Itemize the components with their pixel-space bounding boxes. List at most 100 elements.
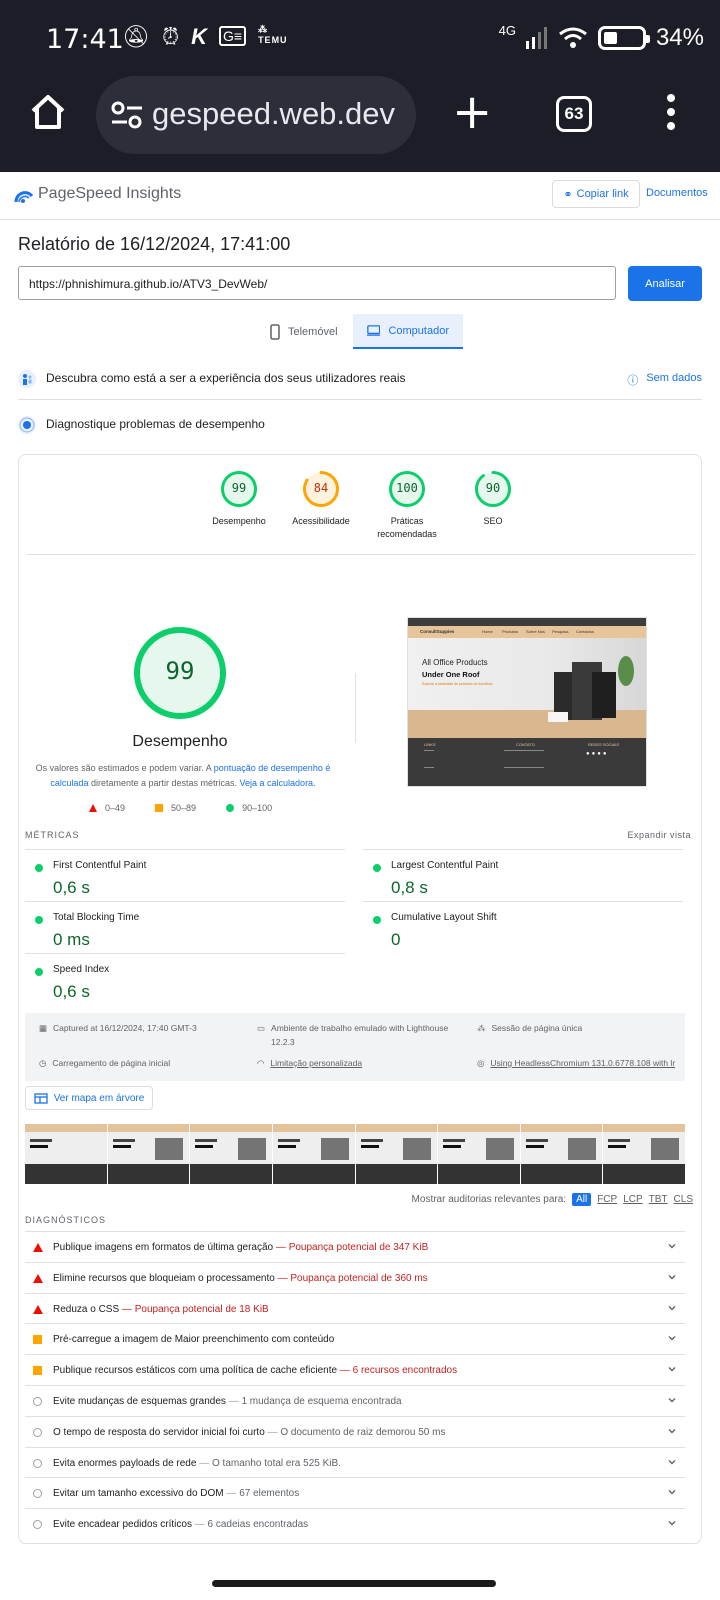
- tab-switcher-button[interactable]: 63: [556, 96, 592, 132]
- filter-all[interactable]: All: [572, 1193, 592, 1206]
- audit-detail: Poupança potencial de 347 KiB: [288, 1242, 429, 1253]
- calendar-icon: ▦: [39, 1023, 48, 1033]
- preview-tagline: Explore a variedade de produtos de escri…: [422, 682, 493, 686]
- audit-row[interactable]: Publique imagens em formatos de última g…: [25, 1231, 685, 1262]
- chevron-down-icon[interactable]: [667, 1518, 677, 1528]
- gauge-label: SEO: [483, 516, 503, 526]
- audit-row[interactable]: Publique recursos estáticos com uma polí…: [25, 1354, 685, 1385]
- audit-row[interactable]: Reduza o CSS — Poupança potencial de 18 …: [25, 1292, 685, 1324]
- new-tab-button[interactable]: +: [452, 88, 492, 136]
- address-bar[interactable]: gespeed.web.dev: [96, 76, 416, 154]
- audit-row[interactable]: Evita enormes payloads de rede — O taman…: [25, 1446, 685, 1478]
- status-right: 4G 34%: [498, 22, 704, 52]
- audit-title-text: Evite encadear pedidos críticos: [53, 1519, 192, 1531]
- legend-fail: 0–49: [105, 803, 126, 813]
- docs-link[interactable]: Documentos: [646, 187, 708, 199]
- url-input[interactable]: https://phnishimura.github.io/ATV3_DevWe…: [18, 266, 616, 300]
- wifi-small-icon: ◠: [257, 1058, 265, 1068]
- preview-brand: ConsultSuppies: [420, 629, 455, 634]
- lab-diagnostic-icon: [18, 416, 36, 434]
- tab-mobile[interactable]: Telemóvel: [256, 314, 352, 349]
- chevron-down-icon[interactable]: [667, 1303, 677, 1313]
- copy-link-button[interactable]: ⚭ Copiar link: [552, 180, 640, 208]
- audit-filter-label: Mostrar auditorias relevantes para:: [411, 1194, 567, 1205]
- gauge-best-practices[interactable]: 100 Práticas recomendadas: [367, 471, 447, 541]
- filmstrip-frame: [107, 1124, 190, 1184]
- home-icon[interactable]: [28, 92, 68, 132]
- audit-row[interactable]: Evite encadear pedidos críticos — 6 cade…: [25, 1508, 685, 1539]
- info-icon: ⓘ: [627, 375, 639, 387]
- audit-detail: 6 cadeias encontradas: [207, 1519, 309, 1531]
- filmstrip-frame: [190, 1124, 272, 1184]
- audit-title: Evitar um tamanho excessivo do DOM — 67 …: [53, 1488, 299, 1499]
- tab-mobile-label: Telemóvel: [288, 325, 338, 338]
- audit-separator: —: [196, 1457, 212, 1469]
- treemap-label: Ver mapa em árvore: [53, 1092, 145, 1104]
- pagespeed-logo-icon[interactable]: [14, 186, 34, 204]
- audit-detail: Poupança potencial de 18 KiB: [134, 1303, 269, 1315]
- gauge-accessibility[interactable]: 84 Acessibilidade: [281, 471, 361, 528]
- chevron-down-icon[interactable]: [667, 1457, 677, 1467]
- timer-icon: ◷: [39, 1058, 47, 1068]
- metric-value: 0,6 s: [53, 878, 90, 897]
- average-square-icon: [33, 1366, 42, 1376]
- browser-version-link[interactable]: Using HeadlessChromium 131.0.6778.108 wi…: [490, 1056, 675, 1070]
- audit-row[interactable]: O tempo de resposta do servidor inicial …: [25, 1415, 685, 1447]
- audit-separator: —: [119, 1303, 135, 1315]
- gauge-seo[interactable]: 90 SEO: [453, 471, 533, 528]
- gmail-icon: G≡: [219, 26, 247, 46]
- app-k-icon: K: [191, 24, 207, 49]
- audit-row[interactable]: Evitar um tamanho excessivo do DOM — 67 …: [25, 1477, 685, 1508]
- diagnostics-label: DIAGNÓSTICOS: [25, 1215, 107, 1225]
- calculator-link[interactable]: Veja a calculadora.: [240, 778, 316, 788]
- gesture-bar[interactable]: [212, 1580, 496, 1587]
- pass-circle-icon: [33, 1489, 42, 1499]
- expand-view-toggle[interactable]: Expandir vista: [627, 830, 691, 840]
- chevron-down-icon[interactable]: [667, 1364, 677, 1374]
- metric-name: Cumulative Layout Shift: [391, 912, 497, 923]
- pass-circle-icon: [33, 1427, 42, 1437]
- note-text-a: Os valores são estimados e podem variar.…: [35, 763, 214, 773]
- audit-row[interactable]: Pré-carregue a imagem de Maior preenchim…: [25, 1323, 685, 1354]
- filter-fcp[interactable]: FCP: [597, 1194, 617, 1205]
- chevron-down-icon[interactable]: [667, 1395, 677, 1405]
- field-data-section[interactable]: Descubra como está a ser a experiência d…: [18, 358, 702, 400]
- legend-average: 50–89: [171, 803, 197, 813]
- final-screenshot[interactable]: ConsultSuppies Home Produtos Sobre Nós P…: [407, 617, 647, 787]
- metric-name: Total Blocking Time: [53, 912, 140, 923]
- audit-row[interactable]: Elimine recursos que bloqueiam o process…: [25, 1261, 685, 1293]
- filter-lcp[interactable]: LCP: [623, 1194, 642, 1205]
- audit-row[interactable]: Evite mudanças de esquemas grandes — 1 m…: [25, 1385, 685, 1416]
- analyze-button[interactable]: Analisar: [628, 266, 702, 301]
- gauge-label: Desempenho: [212, 516, 266, 526]
- pass-circle-icon: [33, 1520, 42, 1530]
- site-settings-icon[interactable]: [110, 100, 144, 130]
- overflow-menu-icon[interactable]: [664, 94, 678, 136]
- notification-icons: 🔕︎ ⏰︎ K G≡ ⁂ TEMU: [122, 24, 288, 50]
- lab-data-section: Diagnostique problemas de desempenho: [18, 412, 702, 440]
- throttling-link[interactable]: Limitação personalizada: [270, 1056, 362, 1070]
- product-name[interactable]: PageSpeed Insights: [38, 185, 181, 203]
- chevron-down-icon[interactable]: [667, 1426, 677, 1436]
- filter-cls[interactable]: CLS: [674, 1194, 693, 1205]
- score-legend: 0–49 50–89 90–100: [89, 803, 272, 813]
- emulated-env: Ambiente de trabalho emulado with Lighth…: [271, 1021, 448, 1049]
- chevron-down-icon[interactable]: [667, 1272, 677, 1282]
- psi-page: PageSpeed Insights ⚭ Copiar link Documen…: [0, 172, 720, 1544]
- chevron-down-icon[interactable]: [667, 1333, 677, 1343]
- chevron-down-icon[interactable]: [667, 1487, 677, 1497]
- audit-separator: —: [274, 1272, 291, 1284]
- signal-icon: [525, 27, 547, 49]
- chevron-down-icon[interactable]: [667, 1241, 677, 1251]
- audit-title-text: Evitar um tamanho excessivo do DOM: [53, 1488, 224, 1500]
- treemap-icon: [34, 1092, 48, 1104]
- gauge-performance[interactable]: 99 Desempenho: [199, 471, 279, 528]
- network-label: 4G: [498, 22, 516, 38]
- filmstrip: [25, 1124, 685, 1184]
- tab-desktop[interactable]: Computador: [353, 314, 463, 349]
- battery-icon: [597, 26, 650, 50]
- field-data-title: Descubra como está a ser a experiência d…: [46, 371, 406, 385]
- audit-separator: —: [191, 1519, 208, 1531]
- filter-tbt[interactable]: TBT: [649, 1194, 668, 1205]
- view-treemap-button[interactable]: Ver mapa em árvore: [25, 1086, 153, 1110]
